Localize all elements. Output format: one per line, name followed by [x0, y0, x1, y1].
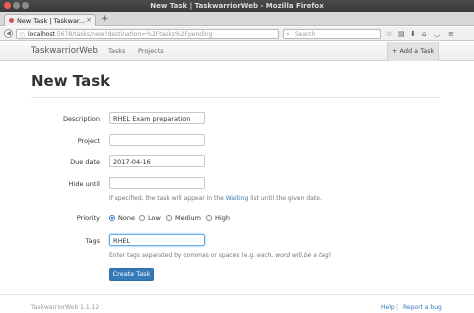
priority-label: Priority: [76, 214, 100, 222]
add-task-button[interactable]: + Add a Task: [387, 42, 439, 61]
description-field[interactable]: RHEL Exam preparation: [109, 112, 205, 124]
radio-icon[interactable]: [139, 215, 145, 221]
app-navbar: TaskwarriorWeb Tasks Projects + Add a Ta…: [0, 42, 474, 61]
browser-tab[interactable]: New Task | Taskwar... ×: [4, 14, 96, 26]
nav-projects[interactable]: Projects: [138, 47, 164, 55]
description-label: Description: [62, 115, 100, 123]
search-placeholder: Search: [295, 31, 316, 38]
app-brand[interactable]: TaskwarriorWeb: [31, 46, 98, 56]
download-icon[interactable]: ⬇: [410, 29, 416, 39]
search-icon: ⌕: [286, 30, 290, 38]
tab-strip: New Task | Taskwar... × +: [0, 12, 474, 26]
home-icon[interactable]: ⌂: [422, 29, 426, 39]
report-bug-link[interactable]: Report a bug: [403, 304, 442, 311]
radio-icon[interactable]: [166, 215, 172, 221]
priority-medium-radio[interactable]: Medium: [166, 214, 201, 222]
reader-icon[interactable]: ▤: [398, 29, 405, 39]
footer-separator: |: [396, 304, 399, 311]
due-date-field[interactable]: 2017-04-16: [109, 155, 205, 167]
page-title: New Task: [31, 72, 111, 90]
priority-low-radio[interactable]: Low: [139, 214, 161, 222]
priority-none-radio[interactable]: None: [109, 214, 135, 222]
create-task-button[interactable]: Create Task: [109, 268, 154, 281]
menu-icon[interactable]: ≡: [448, 29, 454, 39]
hide-until-label: Hide until: [68, 180, 100, 188]
star-icon[interactable]: ☆: [386, 29, 392, 39]
info-icon[interactable]: ⓘ: [19, 31, 25, 40]
favicon-icon: [9, 18, 14, 23]
window-title: New Task | TaskwarriorWeb - Mozilla Fire…: [150, 2, 324, 10]
project-label: Project: [77, 137, 100, 145]
new-tab-button[interactable]: +: [101, 14, 109, 24]
radio-icon[interactable]: [206, 215, 212, 221]
window-titlebar: New Task | TaskwarriorWeb - Mozilla Fire…: [0, 0, 474, 12]
back-button[interactable]: ◀: [4, 29, 13, 38]
nav-tasks[interactable]: Tasks: [108, 47, 125, 55]
priority-high-radio[interactable]: High: [206, 214, 230, 222]
radio-selected-icon[interactable]: [109, 215, 115, 221]
tab-close-icon[interactable]: ×: [86, 16, 92, 24]
tags-help: Enter tags separated by commas or spaces…: [109, 252, 332, 259]
url-bar[interactable]: ⓘ localhost:5678/tasks/new?destination=%…: [16, 29, 290, 40]
divider: [31, 97, 440, 98]
tags-label: Tags: [85, 237, 100, 245]
hide-until-help: If specified, the task will appear in th…: [109, 195, 322, 202]
tags-field[interactable]: RHEL: [109, 234, 205, 246]
search-input[interactable]: ⌕ Search: [283, 29, 381, 39]
project-field[interactable]: [109, 134, 205, 146]
waiting-link[interactable]: Waiting: [226, 195, 249, 202]
hide-until-field[interactable]: [109, 177, 205, 189]
footer-version: TaskwarriorWeb 1.1.12: [31, 304, 100, 311]
footer-divider: [0, 294, 474, 295]
browser-toolbar: ◀ ⓘ localhost:5678/tasks/new?destination…: [0, 27, 474, 41]
due-date-label: Due date: [70, 158, 100, 166]
help-link[interactable]: Help: [381, 304, 395, 311]
tab-title: New Task | Taskwar...: [17, 17, 86, 25]
url-text: localhost:5678/tasks/new?destination=%2F…: [28, 31, 213, 38]
pocket-icon[interactable]: ◡: [434, 29, 440, 39]
